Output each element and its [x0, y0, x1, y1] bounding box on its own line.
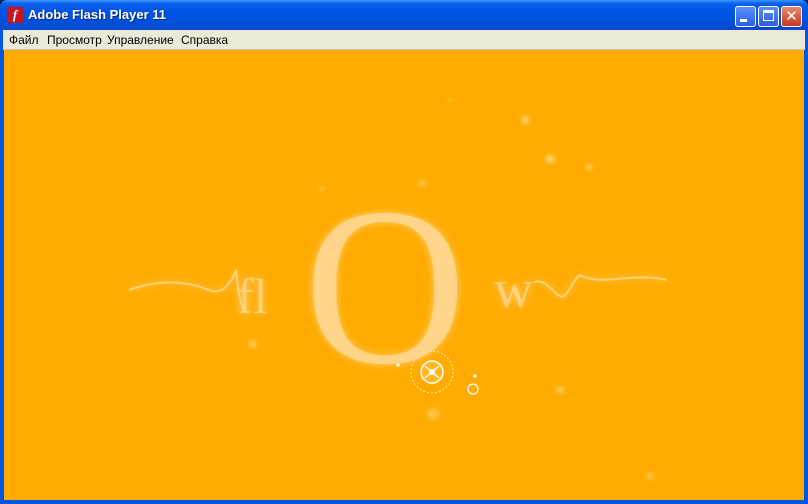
menu-help[interactable]: Справка — [181, 33, 228, 47]
menu-file[interactable]: Файл — [9, 33, 39, 47]
maximize-icon — [763, 10, 774, 21]
title-bar[interactable]: f Adobe Flash Player 11 ✕ — [0, 0, 808, 30]
window-title: Adobe Flash Player 11 — [28, 7, 167, 22]
close-icon: ✕ — [785, 7, 798, 25]
logo-letter-w: w — [494, 259, 533, 319]
flash-player-icon[interactable]: f — [7, 7, 23, 23]
maximize-button[interactable] — [758, 6, 779, 27]
flash-content-area[interactable]: fl O w — [4, 50, 804, 500]
flow-game-scene: fl O w — [128, 98, 667, 479]
minimize-button[interactable] — [735, 6, 756, 27]
logo-letters-fl: fl — [237, 268, 268, 324]
menu-control[interactable]: Управление — [107, 33, 174, 47]
menu-bar: Файл Просмотр Управление Справка — [3, 30, 805, 50]
flow-logo: fl O w — [237, 161, 533, 411]
menu-view[interactable]: Просмотр — [47, 33, 102, 47]
minimize-icon — [740, 19, 747, 22]
flash-player-window: f Adobe Flash Player 11 ✕ Файл Просмотр … — [0, 0, 808, 504]
close-button[interactable]: ✕ — [781, 6, 802, 27]
